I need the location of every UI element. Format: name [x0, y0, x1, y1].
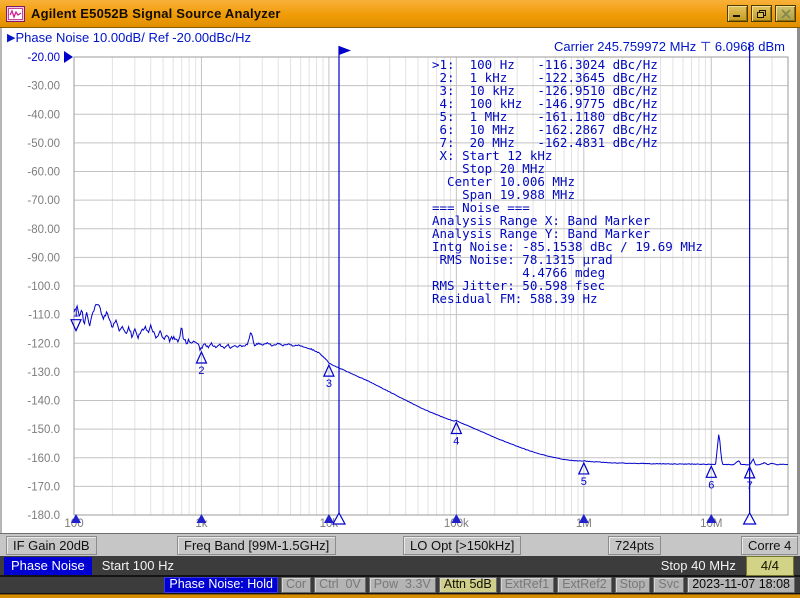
- status-extref1: ExtRef1: [500, 577, 554, 593]
- y-tick-label: -110.0: [28, 310, 60, 322]
- status-measurement-state: Phase Noise: Hold: [164, 577, 278, 593]
- measurement-tab-bar: Phase Noise Start 100 Hz Stop 40 MHz 4/4: [0, 556, 800, 577]
- y-tick-label: -130.0: [27, 367, 60, 379]
- carrier-power: 6.0968 dBm: [715, 39, 785, 54]
- trace-marker-1[interactable]: [71, 320, 81, 331]
- status-bar: Phase Noise: Hold Cor Ctrl 0V Pow 3.3V A…: [0, 577, 800, 594]
- freq-band-cell: Freq Band [99M-1.5GHz]: [177, 536, 336, 555]
- status-datetime: 2023-11-07 18:08: [687, 577, 795, 593]
- y-tick-label: -150.0: [27, 424, 60, 436]
- y-tick-label: -170.0: [27, 481, 60, 493]
- y-tick-label: -20.00: [27, 52, 60, 64]
- band-start-flag-icon: [339, 46, 351, 55]
- trace-scale-label: Phase Noise 10.00dB/ Ref -20.00dBc/Hz: [15, 30, 251, 45]
- window-title: Agilent E5052B Signal Source Analyzer: [31, 6, 281, 21]
- status-attn: Attn 5dB: [439, 577, 497, 593]
- carrier-readout: Carrier 245.759972 MHz ⊤ 6.0968 dBm: [554, 39, 785, 55]
- trace-marker-label: 7: [747, 480, 753, 492]
- y-tick-label: -90.00: [27, 252, 60, 264]
- correction-cell: Corre 4: [741, 536, 798, 555]
- y-tick-label: -30.00: [27, 81, 60, 93]
- y-tick-label: -50.00: [27, 138, 60, 150]
- y-tick-label: -160.0: [27, 453, 60, 465]
- y-tick-label: -100.0: [27, 281, 60, 293]
- phase-noise-trace: [74, 304, 788, 465]
- if-gain-cell: IF Gain 20dB: [6, 536, 97, 555]
- status-cor: Cor: [281, 577, 311, 593]
- sweep-stop-label: Stop 40 MHz: [661, 558, 736, 573]
- measurement-screen: 1001k10k100k1M10M-20.00-30.00-40.00-50.0…: [0, 28, 800, 533]
- restore-button[interactable]: [751, 5, 772, 22]
- trace-marker-label: 2: [198, 365, 204, 377]
- trace-marker-label: 3: [326, 378, 332, 390]
- close-icon: [781, 9, 791, 19]
- restore-icon: [756, 9, 767, 19]
- points-cell: 724pts: [608, 536, 661, 555]
- close-button: [775, 5, 796, 22]
- tee-icon: ⊤: [700, 39, 711, 54]
- app-icon: [6, 6, 25, 22]
- lo-opt-cell: LO Opt [>150kHz]: [403, 536, 521, 555]
- trace-marker-label: 6: [708, 479, 714, 491]
- y-tick-label: -40.00: [27, 109, 60, 121]
- trace-marker-label: 5: [581, 476, 587, 488]
- status-pow: Pow 3.3V: [369, 577, 436, 593]
- y-tick-label: -140.0: [27, 396, 60, 408]
- status-ctrl: Ctrl 0V: [314, 577, 366, 593]
- title-bar[interactable]: Agilent E5052B Signal Source Analyzer: [0, 0, 800, 28]
- y-tick-label: -80.00: [27, 224, 60, 236]
- carrier-frequency: Carrier 245.759972 MHz: [554, 39, 696, 54]
- sweep-start-label: Start 100 Hz: [102, 558, 174, 573]
- setup-cell-bar: IF Gain 20dB Freq Band [99M-1.5GHz] LO O…: [0, 533, 800, 556]
- page-indicator[interactable]: 4/4: [746, 556, 794, 576]
- minimize-icon: [732, 9, 743, 18]
- window-bottom-border: [0, 594, 800, 598]
- trace-marker-label: 1: [73, 308, 79, 320]
- status-extref2: ExtRef2: [557, 577, 611, 593]
- y-tick-label: -70.00: [27, 195, 60, 207]
- trace-header: ▶Phase Noise 10.00dB/ Ref -20.00dBc/Hz: [7, 30, 251, 45]
- readout-line: Residual FM: 588.39 Hz: [432, 292, 703, 305]
- status-svc: Svc: [653, 577, 684, 593]
- tab-phase-noise[interactable]: Phase Noise: [4, 557, 92, 575]
- minimize-button[interactable]: [727, 5, 748, 22]
- y-tick-label: -180.0: [27, 510, 60, 522]
- status-stop: Stop: [615, 577, 651, 593]
- trace-marker-label: 4: [453, 435, 459, 447]
- analyzer-window: Agilent E5052B Signal Source Analyzer 10…: [0, 0, 800, 600]
- ref-level-pointer[interactable]: [64, 51, 73, 63]
- y-tick-label: -60.00: [27, 167, 60, 179]
- y-tick-label: -120.0: [27, 338, 60, 350]
- marker-noise-readout: >1: 100 Hz -116.3024 dBc/Hz 2: 1 kHz -12…: [432, 58, 703, 305]
